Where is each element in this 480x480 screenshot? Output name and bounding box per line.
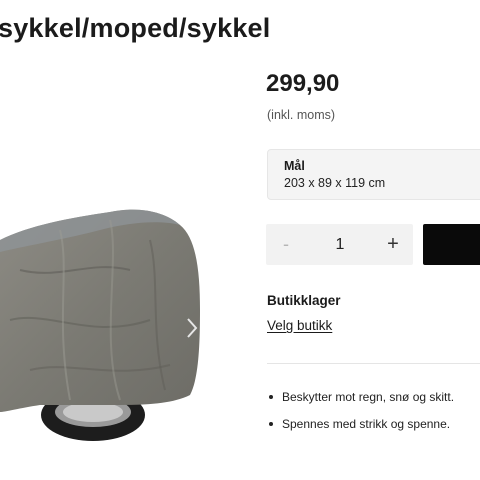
feature-list: Beskytter mot regn, snø og skitt. Spenne… (267, 390, 454, 444)
spec-value: 203 x 89 x 119 cm (284, 176, 386, 190)
feature-item: Beskytter mot regn, snø og skitt. (267, 390, 454, 417)
quantity-input[interactable]: 1 (316, 224, 364, 265)
vat-note: (inkl. moms) (267, 108, 336, 122)
divider (267, 363, 480, 364)
chevron-right-icon (187, 318, 198, 338)
product-price: 299,90 (266, 70, 340, 97)
spec-label: Mål (284, 159, 305, 173)
feature-item: Spennes med strikk og spenne. (267, 417, 454, 444)
gallery-next-button[interactable] (185, 316, 199, 340)
select-store-link[interactable]: Velg butikk (267, 318, 332, 333)
product-image[interactable] (0, 200, 204, 445)
quantity-increase-button[interactable]: + (373, 224, 413, 265)
quantity-decrease-button[interactable]: - (266, 224, 306, 265)
product-title: sykkel/moped/sykkel (0, 13, 271, 43)
spec-box: Mål 203 x 89 x 119 cm (267, 149, 480, 200)
store-stock-heading: Butikklager (267, 293, 341, 308)
motorcycle-cover-image (0, 209, 200, 441)
quantity-stepper: - 1 + (266, 224, 413, 265)
add-to-cart-button[interactable] (423, 224, 480, 265)
